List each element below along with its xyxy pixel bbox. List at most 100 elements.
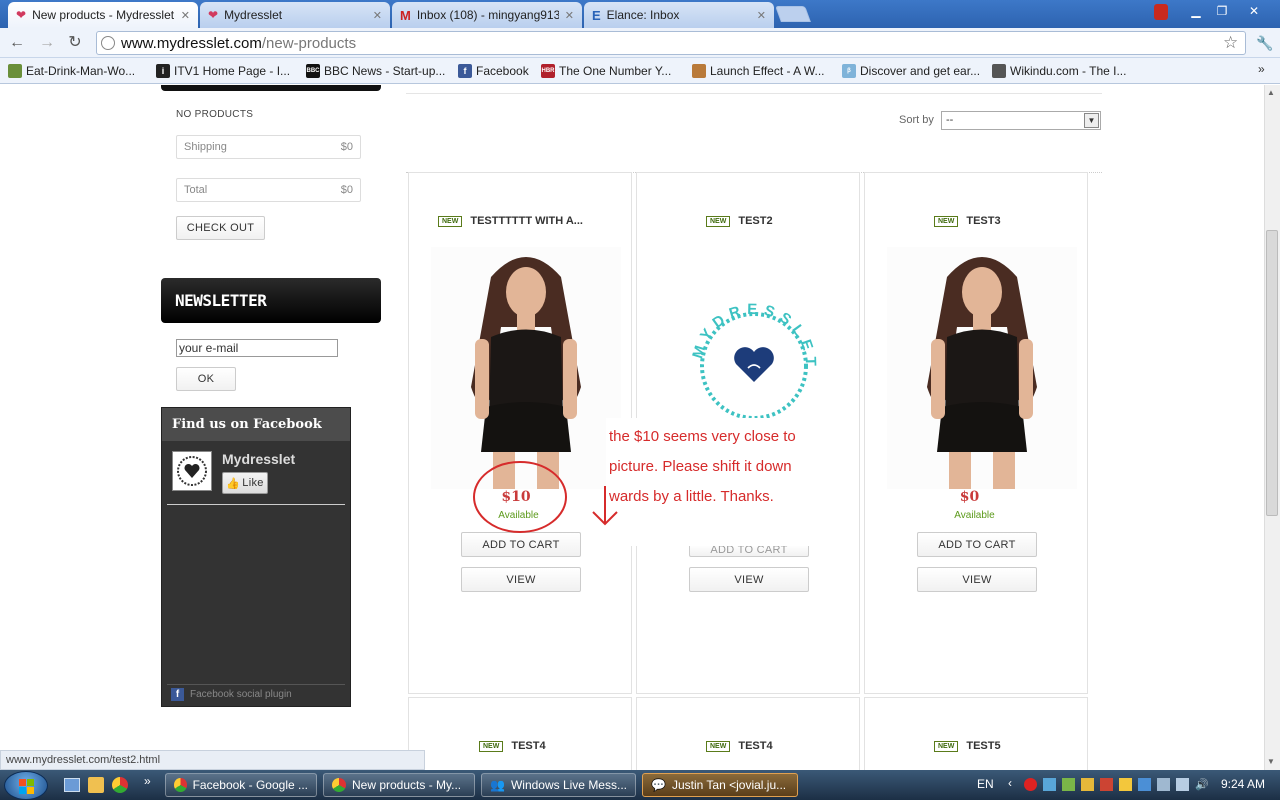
scroll-down-icon[interactable]: ▼ (1267, 757, 1275, 766)
logo-ring-text: MYDRESSLET (689, 301, 813, 372)
taskbar-item-label: Justin Tan <jovial.ju... (671, 778, 787, 792)
product-title[interactable]: NEW TEST4 (479, 740, 546, 752)
tab-elance[interactable]: E Elance: Inbox ✕ (584, 2, 774, 28)
tray-expand-icon[interactable]: ‹ (1008, 776, 1012, 790)
bookmark-label: ITV1 Home Page - I... (174, 64, 291, 78)
checkout-button[interactable]: CHECK OUT (176, 216, 265, 240)
bookmark-star-icon[interactable]: ☆ (1223, 33, 1238, 53)
newsletter-email-input[interactable] (176, 339, 338, 357)
close-tab-icon[interactable]: ✕ (757, 9, 766, 22)
taskbar-item[interactable]: New products - My... (323, 773, 475, 797)
view-button[interactable]: VIEW (689, 567, 809, 592)
device-icon[interactable] (1157, 778, 1170, 791)
network-share-icon[interactable] (1043, 778, 1056, 791)
new-tab-button[interactable] (775, 6, 811, 22)
quicklaunch-overflow-icon[interactable]: » (144, 774, 151, 788)
page-info-icon[interactable] (101, 36, 115, 50)
facebook-icon: f (458, 64, 472, 78)
warning-icon[interactable] (1081, 778, 1094, 791)
itv-icon: i (156, 64, 170, 78)
view-button[interactable]: VIEW (917, 567, 1037, 592)
monitor-icon[interactable] (1176, 778, 1189, 791)
sort-selected-value: -- (946, 114, 954, 126)
scrollbar-thumb[interactable] (1266, 230, 1278, 516)
product-card (408, 697, 632, 777)
antivirus-icon[interactable] (1024, 778, 1037, 791)
close-window-icon[interactable]: ✕ (1242, 2, 1266, 20)
annotation-circle-icon (473, 461, 567, 533)
clock[interactable]: 9:24 AM (1221, 777, 1265, 791)
hbr-icon: HBR (541, 64, 555, 78)
taskbar-item[interactable]: 💬 Justin Tan <jovial.ju... (642, 773, 798, 797)
new-badge: NEW (479, 740, 504, 752)
messenger-tray-icon[interactable] (1062, 778, 1075, 791)
tab-title: Inbox (108) - mingyang913 (416, 8, 559, 22)
skype-icon[interactable] (1138, 778, 1151, 791)
close-tab-icon[interactable]: ✕ (181, 9, 190, 22)
product-image[interactable] (431, 247, 621, 489)
dropdown-arrow-icon[interactable]: ▼ (1084, 113, 1099, 128)
forward-icon[interactable]: → (36, 33, 58, 53)
volume-icon[interactable]: 🔊 (1195, 778, 1209, 791)
chrome-icon[interactable] (112, 777, 128, 793)
facebook-page-name[interactable]: Mydresslet (222, 451, 295, 467)
newsletter-header: NEWSLETTER (161, 278, 381, 323)
tab-gmail-inbox[interactable]: M Inbox (108) - mingyang913 ✕ (392, 2, 582, 28)
thumbs-up-icon: 👍 (226, 477, 241, 490)
chrome-icon (174, 778, 187, 792)
chat-tray-icon[interactable] (1119, 778, 1132, 791)
minimize-icon[interactable]: ▁ (1184, 2, 1208, 20)
mydresslet-logo-icon (177, 456, 207, 486)
annotation-line: picture. Please shift it down (609, 458, 792, 475)
bookmark-icon (992, 64, 1006, 78)
newsletter-ok-button[interactable]: OK (176, 367, 236, 391)
pdf-icon[interactable] (1100, 778, 1113, 791)
bookmarks-overflow-icon[interactable]: » (1258, 62, 1265, 76)
back-icon[interactable]: ← (6, 33, 28, 53)
close-tab-icon[interactable]: ✕ (373, 9, 382, 22)
bookmark-item[interactable]: β Discover and get ear... (842, 62, 980, 80)
facebook-like-button[interactable]: 👍 Like (222, 472, 268, 494)
facebook-social-plugin[interactable]: f Facebook social plugin (171, 688, 292, 701)
taskbar-item[interactable]: 👥 Windows Live Mess... (481, 773, 636, 797)
language-indicator[interactable]: EN (977, 777, 994, 791)
tab-mydresslet[interactable]: ❤ Mydresslet ✕ (200, 2, 390, 28)
bookmark-item[interactable]: i ITV1 Home Page - I... (156, 62, 290, 80)
product-price: $0 (959, 489, 980, 505)
bookmark-label: The One Number Y... (559, 64, 672, 78)
bookmark-item[interactable]: HBR The One Number Y... (541, 62, 671, 80)
bookmark-item[interactable]: BBC BBC News - Start-up... (306, 62, 445, 80)
bookmark-item[interactable]: f Facebook (458, 62, 529, 80)
taskbar-item[interactable]: Facebook - Google ... (165, 773, 317, 797)
view-button[interactable]: VIEW (461, 567, 581, 592)
bookmark-item[interactable]: Eat-Drink-Man-Wo... (8, 62, 135, 80)
product-title[interactable]: NEW TEST5 (934, 740, 1001, 752)
bookmark-item[interactable]: Wikindu.com - The I... (992, 62, 1126, 80)
product-image[interactable] (887, 247, 1077, 489)
product-title[interactable]: NEW TESTTTTTT WITH A... (438, 215, 583, 227)
show-desktop-icon[interactable] (64, 778, 80, 792)
product-name: TEST4 (738, 740, 773, 752)
new-badge: NEW (934, 740, 959, 752)
windows-logo-tile (27, 779, 34, 786)
url-host: www.mydresslet.com (121, 34, 262, 52)
tab-new-products[interactable]: ❤ New products - Mydresslet ✕ (8, 2, 198, 28)
extension-icon[interactable] (1154, 4, 1168, 20)
bookmark-item[interactable]: Launch Effect - A W... (692, 62, 825, 80)
wrench-menu-icon[interactable]: 🔧 (1254, 33, 1276, 53)
product-title[interactable]: NEW TEST2 (706, 215, 773, 227)
mydresslet-avatar[interactable] (172, 451, 212, 491)
maximize-icon[interactable]: ❐ (1210, 2, 1234, 20)
start-button[interactable] (4, 771, 48, 800)
messenger-icon: 👥 (490, 778, 505, 792)
sort-select[interactable]: -- ▼ (941, 111, 1101, 130)
add-to-cart-button[interactable]: ADD TO CART (917, 532, 1037, 557)
address-bar[interactable]: www.mydresslet.com/new-products ☆ (96, 31, 1246, 55)
scroll-up-icon[interactable]: ▲ (1267, 88, 1275, 97)
product-title[interactable]: NEW TEST4 (706, 740, 773, 752)
close-tab-icon[interactable]: ✕ (565, 9, 574, 22)
explorer-icon[interactable] (88, 777, 104, 793)
reload-icon[interactable]: ↻ (64, 33, 86, 53)
product-title[interactable]: NEW TEST3 (934, 215, 1001, 227)
bookmark-label: Facebook (476, 64, 529, 78)
